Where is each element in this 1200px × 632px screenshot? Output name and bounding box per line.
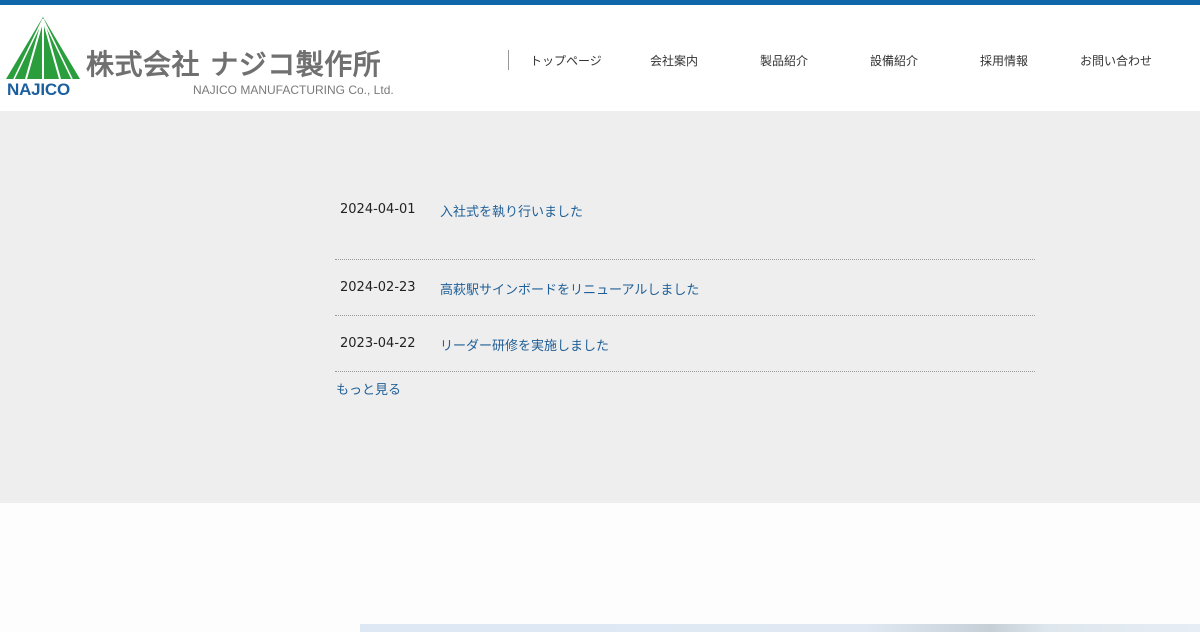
nav-item-recruit[interactable]: 採用情報: [980, 52, 1028, 69]
news-date: 2024-04-01: [340, 202, 416, 217]
news-item: 2023-04-22 リーダー研修を実施しました: [335, 316, 1035, 372]
nav-item-equipment[interactable]: 設備紹介: [870, 52, 918, 69]
news-item: 2024-02-23 高萩駅サインボードをリニューアルしました: [335, 260, 1035, 316]
site-header: NAJICO 株式会社 ナジコ製作所 NAJICO MANUFACTURING …: [0, 5, 1200, 111]
nav-item-contact[interactable]: お問い合わせ: [1080, 52, 1152, 69]
news-title-link[interactable]: リーダー研修を実施しました: [440, 335, 609, 354]
news-item: 2024-04-01 入社式を執り行いました: [335, 201, 1035, 260]
logo-wordmark: NAJICO: [7, 80, 71, 99]
company-name: 株式会社 ナジコ製作所: [86, 48, 382, 81]
more-news-link[interactable]: もっと見る: [336, 379, 401, 398]
hero-image-strip: [360, 624, 1200, 632]
news-title-link[interactable]: 高萩駅サインボードをリニューアルしました: [440, 279, 699, 298]
news-section: 2024-04-01 入社式を執り行いました 2024-02-23 高萩駅サイン…: [0, 111, 1200, 503]
news-date: 2023-04-22: [340, 336, 416, 351]
news-list: 2024-04-01 入社式を執り行いました 2024-02-23 高萩駅サイン…: [335, 201, 1035, 398]
news-title-link[interactable]: 入社式を執り行いました: [440, 201, 583, 220]
nav-item-top[interactable]: トップページ: [530, 52, 602, 69]
nav-item-company[interactable]: 会社案内: [650, 52, 698, 69]
main-nav: トップページ 会社案内 製品紹介 設備紹介 採用情報 お問い合わせ: [508, 50, 1152, 70]
site-logo[interactable]: NAJICO 株式会社 ナジコ製作所 NAJICO MANUFACTURING …: [6, 17, 394, 102]
nav-item-products[interactable]: 製品紹介: [760, 52, 808, 69]
tent-triangle-logo-icon: NAJICO: [6, 17, 82, 102]
company-name-en: NAJICO MANUFACTURING Co., Ltd.: [193, 83, 394, 97]
news-date: 2024-02-23: [340, 280, 416, 295]
